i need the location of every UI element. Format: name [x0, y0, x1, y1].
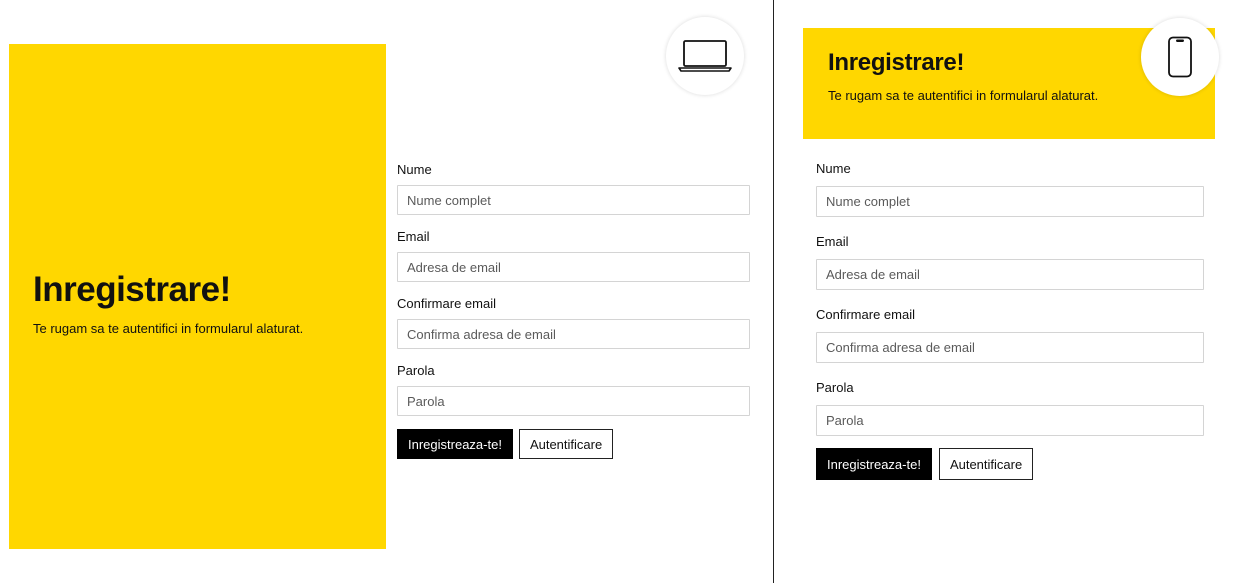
confirm-email-field[interactable] [816, 332, 1204, 363]
smartphone-icon [1168, 36, 1192, 78]
form-actions: Inregistreaza-te! Autentificare [397, 429, 750, 459]
name-label: Nume [397, 162, 432, 177]
desktop-preview: Inregistrare! Te rugam sa te autentifici… [0, 0, 773, 583]
password-label: Parola [397, 363, 435, 378]
password-field[interactable] [816, 405, 1204, 436]
confirm-email-field[interactable] [397, 319, 750, 349]
hero-panel: Inregistrare! Te rugam sa te autentifici… [9, 44, 386, 549]
page-title: Inregistrare! [828, 49, 965, 76]
laptop-icon [678, 40, 732, 72]
page-title: Inregistrare! [33, 270, 231, 309]
email-label: Email [397, 229, 430, 244]
mobile-preview: Inregistrare! Te rugam sa te autentifici… [774, 0, 1236, 583]
password-field[interactable] [397, 386, 750, 416]
device-badge [666, 17, 744, 95]
login-button[interactable]: Autentificare [938, 448, 1034, 480]
page-subtitle: Te rugam sa te autentifici in formularul… [828, 88, 1099, 103]
register-button[interactable]: Inregistreaza-te! [397, 429, 513, 459]
name-field[interactable] [397, 185, 750, 215]
password-label: Parola [816, 380, 854, 395]
device-badge [1141, 18, 1219, 96]
page-subtitle: Te rugam sa te autentifici in formularul… [33, 321, 304, 336]
name-field[interactable] [816, 186, 1204, 217]
email-label: Email [816, 234, 849, 249]
registration-form: Nume Email Confirmare email Parola Inreg… [816, 160, 1204, 480]
register-button[interactable]: Inregistreaza-te! [816, 448, 932, 480]
registration-form: Nume Email Confirmare email Parola Inreg… [397, 162, 750, 459]
form-actions: Inregistreaza-te! Autentificare [816, 448, 1204, 480]
email-field[interactable] [397, 252, 750, 282]
email-field[interactable] [816, 259, 1204, 290]
confirm-email-label: Confirmare email [816, 307, 915, 322]
login-button[interactable]: Autentificare [518, 429, 614, 459]
name-label: Nume [816, 161, 851, 176]
confirm-email-label: Confirmare email [397, 296, 496, 311]
